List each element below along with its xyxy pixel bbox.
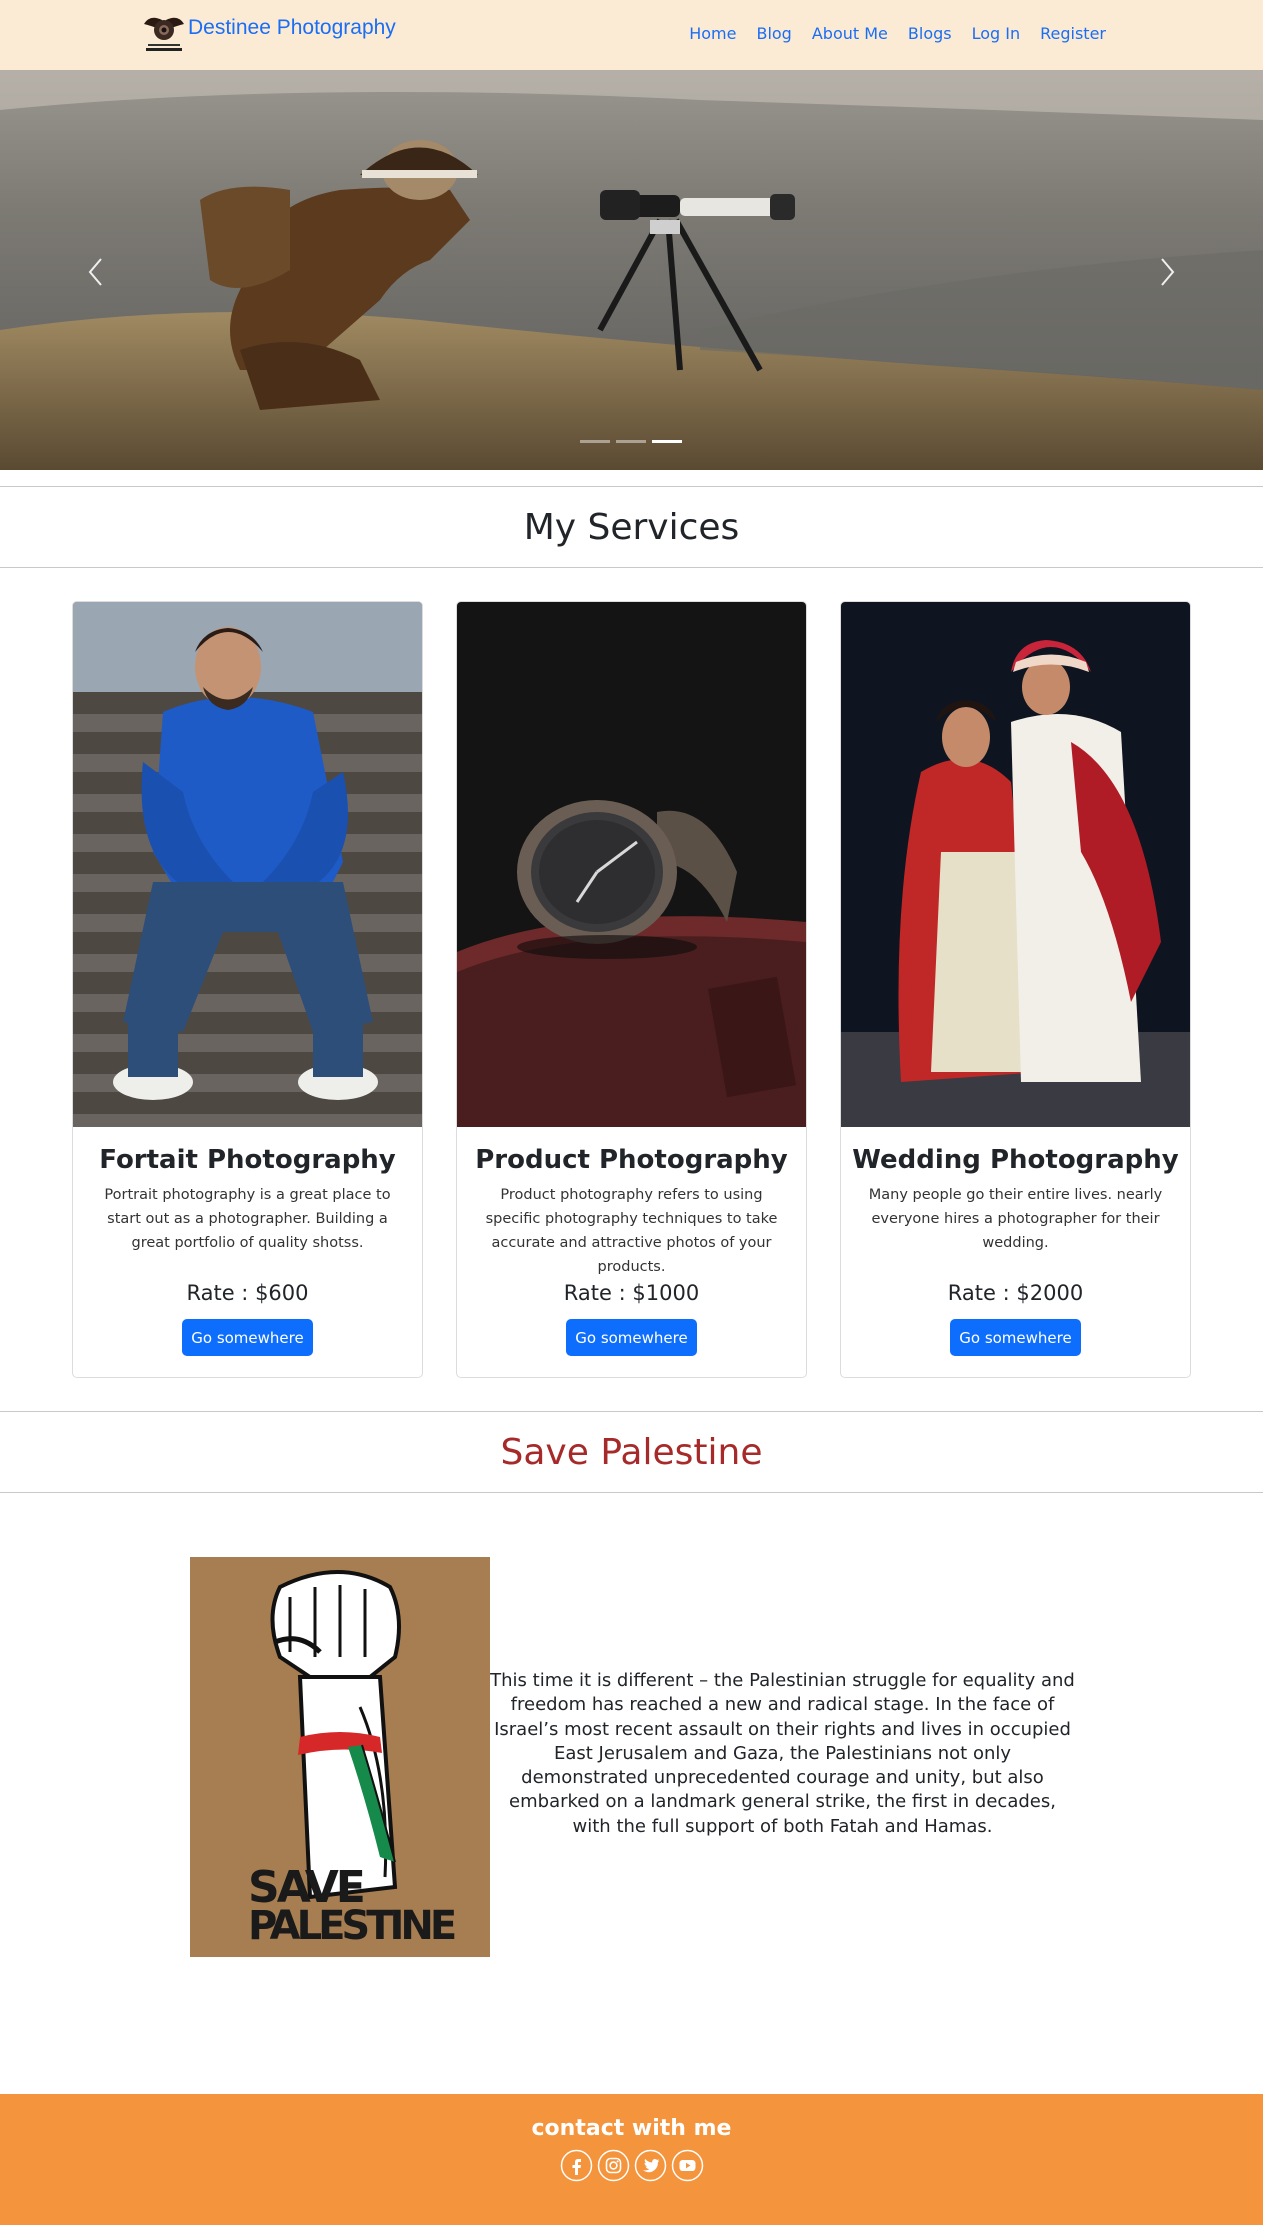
twitter-icon[interactable] [634, 2149, 667, 2182]
product-photo [457, 602, 806, 1127]
service-card-portrait: Fortait Photography Portrait photography… [72, 601, 423, 1378]
chevron-right-icon [1161, 258, 1175, 286]
footer: contact with me [0, 2094, 1263, 2225]
poster-line2: PALESTINE [248, 1903, 455, 1949]
palestine-description: This time it is different – the Palestin… [490, 1670, 1075, 1837]
card-rate: Rate : $1000 [563, 1281, 700, 1305]
carousel-next-button[interactable] [1147, 242, 1187, 302]
service-card-wedding: Wedding Photography Many people go their… [840, 601, 1191, 1378]
service-card-product: Product Photography Product photography … [456, 601, 807, 1378]
nav-register[interactable]: Register [1040, 24, 1106, 43]
save-palestine-poster: SAVE PALESTINE [190, 1557, 490, 1957]
card-title: Product Photography [475, 1145, 788, 1175]
photographer-logo-icon[interactable] [140, 10, 188, 58]
card-title: Fortait Photography [99, 1145, 396, 1175]
brand-name[interactable]: Destinee Photography [188, 16, 396, 40]
carousel-indicator-2[interactable] [616, 440, 646, 443]
card-rate: Rate : $600 [186, 1281, 309, 1305]
services-heading: My Services [523, 507, 740, 548]
card-description: Portrait photography is a great place to… [104, 1187, 391, 1251]
go-somewhere-button[interactable]: Go somewhere [566, 1319, 697, 1356]
brand[interactable]: Destinee Photography [140, 10, 396, 58]
carousel-indicator-1[interactable] [580, 440, 610, 443]
chevron-left-icon [88, 258, 102, 286]
palestine-heading: Save Palestine [500, 1432, 763, 1473]
go-somewhere-button[interactable]: Go somewhere [950, 1319, 1081, 1356]
social-links [0, 2149, 1263, 2182]
card-description: Many people go their entire lives. nearl… [868, 1187, 1163, 1251]
nav-blog[interactable]: Blog [756, 24, 791, 43]
palestine-section-header: Save Palestine [0, 1411, 1263, 1493]
carousel-indicators [580, 440, 682, 443]
card-title: Wedding Photography [852, 1145, 1179, 1175]
hero-carousel [0, 70, 1263, 470]
facebook-icon[interactable] [560, 2149, 593, 2182]
nav-about-me[interactable]: About Me [812, 24, 888, 43]
hero-photo-photographer [0, 70, 1263, 470]
go-somewhere-button[interactable]: Go somewhere [182, 1319, 313, 1356]
navbar: Destinee Photography Home Blog About Me … [0, 0, 1263, 70]
nav-links: Home Blog About Me Blogs Log In Register [689, 24, 1106, 43]
nav-log-in[interactable]: Log In [972, 24, 1021, 43]
card-rate: Rate : $2000 [947, 1281, 1084, 1305]
wedding-photo [841, 602, 1190, 1127]
nav-blogs[interactable]: Blogs [908, 24, 952, 43]
youtube-icon[interactable] [671, 2149, 704, 2182]
card-description: Product photography refers to using spec… [485, 1187, 778, 1275]
portrait-photo [73, 602, 422, 1127]
footer-title: contact with me [531, 2116, 732, 2141]
carousel-prev-button[interactable] [76, 242, 116, 302]
nav-home[interactable]: Home [689, 24, 736, 43]
services-section-header: My Services [0, 486, 1263, 568]
carousel-indicator-3[interactable] [652, 440, 682, 443]
instagram-icon[interactable] [597, 2149, 630, 2182]
